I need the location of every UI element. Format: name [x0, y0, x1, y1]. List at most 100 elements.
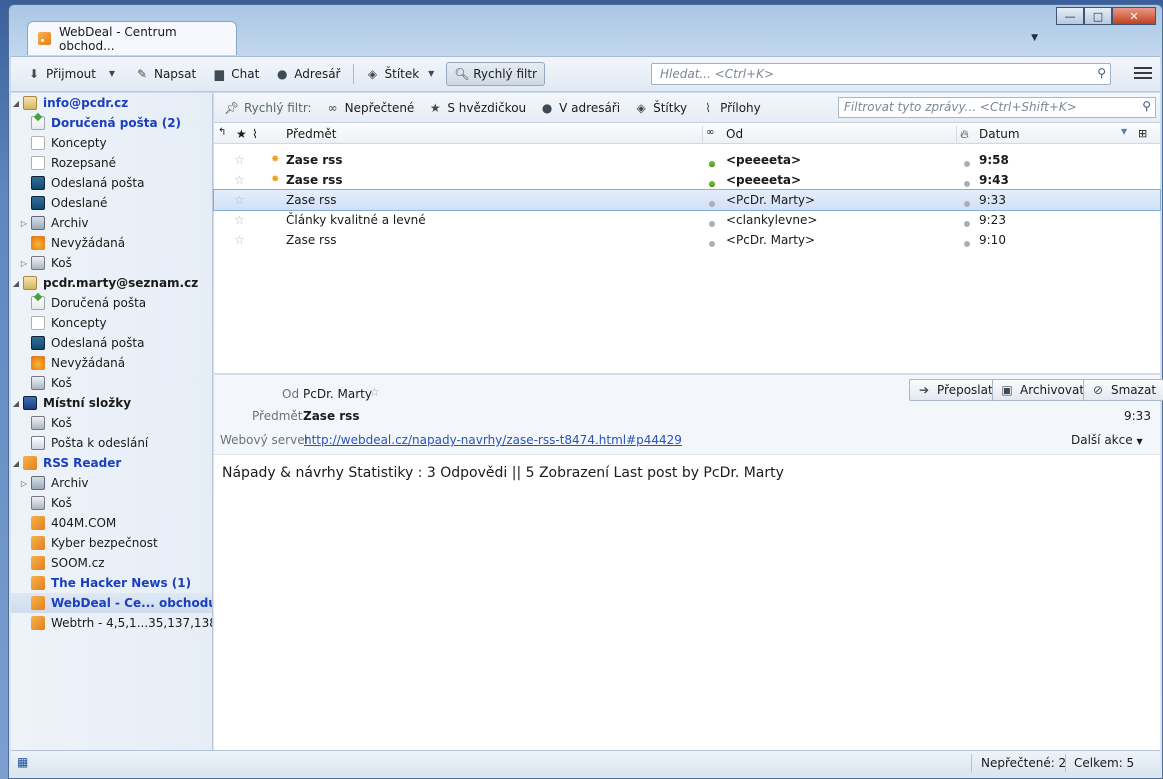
folder-item[interactable]: Koš [11, 373, 212, 393]
app-menu-icon[interactable] [1134, 64, 1152, 82]
tab-webdeal[interactable]: WebDeal - Centrum obchod... [27, 21, 237, 55]
folder-item[interactable]: Doručená pošta [11, 293, 212, 313]
folder-item[interactable]: ▷ Koš [11, 253, 212, 273]
star-toggle-icon[interactable]: ☆ [234, 173, 245, 187]
read-status-icon[interactable] [709, 156, 715, 170]
folder-item[interactable]: Koncepty [11, 313, 212, 333]
expanded-twisty-icon[interactable]: ◢ [11, 99, 21, 108]
read-status-icon[interactable] [709, 216, 715, 230]
folder-item[interactable]: ◢ RSS Reader [11, 453, 212, 473]
junk-status-dot-icon[interactable] [964, 216, 970, 230]
star-toggle-icon[interactable]: ☆ [234, 213, 245, 227]
junk-status-column-icon[interactable]: 🔥︎ [960, 127, 969, 142]
junk-status-dot-icon[interactable] [964, 236, 970, 250]
tag-button[interactable]: ◈ Štítek ▼ [358, 62, 447, 86]
folder-item[interactable]: Odeslaná pošta [11, 173, 212, 193]
toolbar-separator [352, 64, 354, 84]
expanded-twisty-icon[interactable]: ◢ [11, 279, 21, 288]
filter-search-input[interactable]: Filtrovat tyto zprávy... <Ctrl+Shift+K> … [838, 97, 1156, 118]
expanded-twisty-icon[interactable]: ◢ [11, 399, 21, 408]
folder-item[interactable]: Odeslané [11, 193, 212, 213]
message-from: <PcDr. Marty> [726, 233, 816, 247]
folder-item[interactable]: Odeslaná pošta [11, 333, 212, 353]
address-book-button[interactable]: ● Adresář [267, 62, 348, 86]
column-date[interactable]: Datum [979, 127, 1020, 141]
folder-item[interactable]: Koš [11, 493, 212, 513]
more-actions-button[interactable]: Další akce ▼ [1071, 433, 1143, 447]
filter-tags-button[interactable]: ◈ Štítky [634, 101, 687, 115]
search-icon[interactable]: ⚲ [1097, 66, 1106, 80]
write-button[interactable]: ✎ Napsat [127, 62, 204, 86]
filter-contacts-button[interactable]: ● V adresáři [540, 101, 620, 115]
message-row[interactable]: ☆ Zase rss <PcDr. Marty> 9:10 [214, 230, 1160, 250]
message-row[interactable]: ☆ Články kvalitné a levné <clankylevne> 9:2… [214, 210, 1160, 230]
read-status-icon[interactable] [709, 236, 715, 250]
thread-column-icon[interactable]: ↰ [218, 127, 226, 138]
attachment-column-icon[interactable]: ⌇ [252, 127, 258, 141]
global-search-input[interactable]: Hledat... <Ctrl+K> ⚲ [651, 63, 1111, 85]
folder-item[interactable]: Kyber bezpečnost [11, 533, 212, 553]
website-label: Webový server [220, 433, 310, 447]
chat-button[interactable]: ▆ Chat [204, 62, 267, 86]
folder-item[interactable]: Pošta k odeslání [11, 433, 212, 453]
folder-item[interactable]: SOOM.cz [11, 553, 212, 573]
search-icon[interactable]: ⚲ [1142, 99, 1151, 113]
forward-button[interactable]: ➔ Přeposlat [909, 379, 1001, 401]
collapsed-twisty-icon[interactable]: ▷ [19, 259, 29, 268]
folder-item[interactable]: ▷ Archiv [11, 473, 212, 493]
folder-label: Webtrh - 4,5,1...35,137,138,140 [51, 616, 212, 630]
chevron-down-icon[interactable]: ▼ [105, 67, 119, 81]
folder-item[interactable]: Koncepty [11, 133, 212, 153]
expanded-twisty-icon[interactable]: ◢ [11, 459, 21, 468]
folder-item[interactable]: Rozepsané [11, 153, 212, 173]
folder-item[interactable]: ◢ Místní složky [11, 393, 212, 413]
filter-unread-button[interactable]: ∞ Nepřečtené [326, 101, 415, 115]
quick-filter-button[interactable]: 🔍︎ Rychlý filtr [446, 62, 545, 86]
get-messages-button[interactable]: ⬇ Přijmout ▼ [19, 62, 127, 86]
folder-item[interactable]: ◢ pcdr.marty@seznam.cz [11, 273, 212, 293]
folder-item[interactable]: Nevyžádaná [11, 353, 212, 373]
maximize-button[interactable]: □ [1084, 7, 1112, 25]
column-subject[interactable]: Předmět [286, 127, 336, 141]
folder-item[interactable]: 404M.COM [11, 513, 212, 533]
star-toggle-icon[interactable]: ☆ [234, 153, 245, 167]
pin-icon[interactable]: 📌︎ [224, 101, 239, 115]
star-toggle-icon[interactable]: ☆ [234, 233, 245, 247]
message-time: 9:33 [1124, 409, 1151, 423]
forward-label: Přeposlat [937, 383, 993, 397]
star-column-icon[interactable]: ★ [236, 127, 247, 141]
from-value[interactable]: PcDr. Marty [303, 387, 372, 401]
collapsed-twisty-icon[interactable]: ▷ [19, 219, 29, 228]
filter-starred-button[interactable]: ★ S hvězdičkou [428, 101, 526, 115]
folder-item[interactable]: ◢ info@pcdr.cz [11, 93, 212, 113]
junk-status-dot-icon[interactable] [964, 176, 970, 190]
column-from[interactable]: Od [726, 127, 743, 141]
read-status-icon[interactable] [709, 176, 715, 190]
folder-item[interactable]: Koš [11, 413, 212, 433]
message-row[interactable]: ☆ ✸ Zase rss <peeeeta> 9:58 [214, 150, 1160, 170]
archive-button[interactable]: ▣ Archivovat [992, 379, 1093, 401]
junk-status-dot-icon[interactable] [964, 196, 970, 210]
folder-item[interactable]: Webtrh - 4,5,1...35,137,138,140 [11, 613, 212, 633]
folder-item[interactable]: WebDeal - Ce... obchodu (2) [11, 593, 212, 613]
message-row[interactable]: ☆ Zase rss <PcDr. Marty> 9:33 [213, 189, 1161, 211]
minimize-button[interactable]: — [1056, 7, 1084, 25]
folder-item[interactable]: Nevyžádaná [11, 233, 212, 253]
star-toggle-icon[interactable]: ☆ [234, 193, 245, 207]
collapsed-twisty-icon[interactable]: ▷ [19, 479, 29, 488]
folder-item[interactable]: The Hacker News (1) [11, 573, 212, 593]
website-link[interactable]: http://webdeal.cz/napady-navrhy/zase-rss… [304, 433, 682, 447]
message-row[interactable]: ☆ ✸ Zase rss <peeeeta> 9:43 [214, 170, 1160, 190]
online-status-icon[interactable]: ▦ [17, 755, 28, 769]
folder-item[interactable]: ▷ Archiv [11, 213, 212, 233]
junk-status-dot-icon[interactable] [964, 156, 970, 170]
read-status-icon[interactable] [709, 196, 715, 210]
add-contact-star-icon[interactable]: ☆ [369, 385, 380, 399]
delete-button[interactable]: ⊘ Smazat [1083, 379, 1163, 401]
column-picker-icon[interactable]: ⊞ [1138, 127, 1147, 140]
read-status-column-icon[interactable]: ∞ [706, 127, 714, 138]
folder-item[interactable]: Doručená pošta (2) [11, 113, 212, 133]
close-button[interactable]: ✕ [1112, 7, 1156, 25]
tab-list-arrow-icon[interactable]: ▼ [1031, 33, 1038, 43]
filter-attachments-button[interactable]: ⌇ Přílohy [701, 101, 761, 115]
